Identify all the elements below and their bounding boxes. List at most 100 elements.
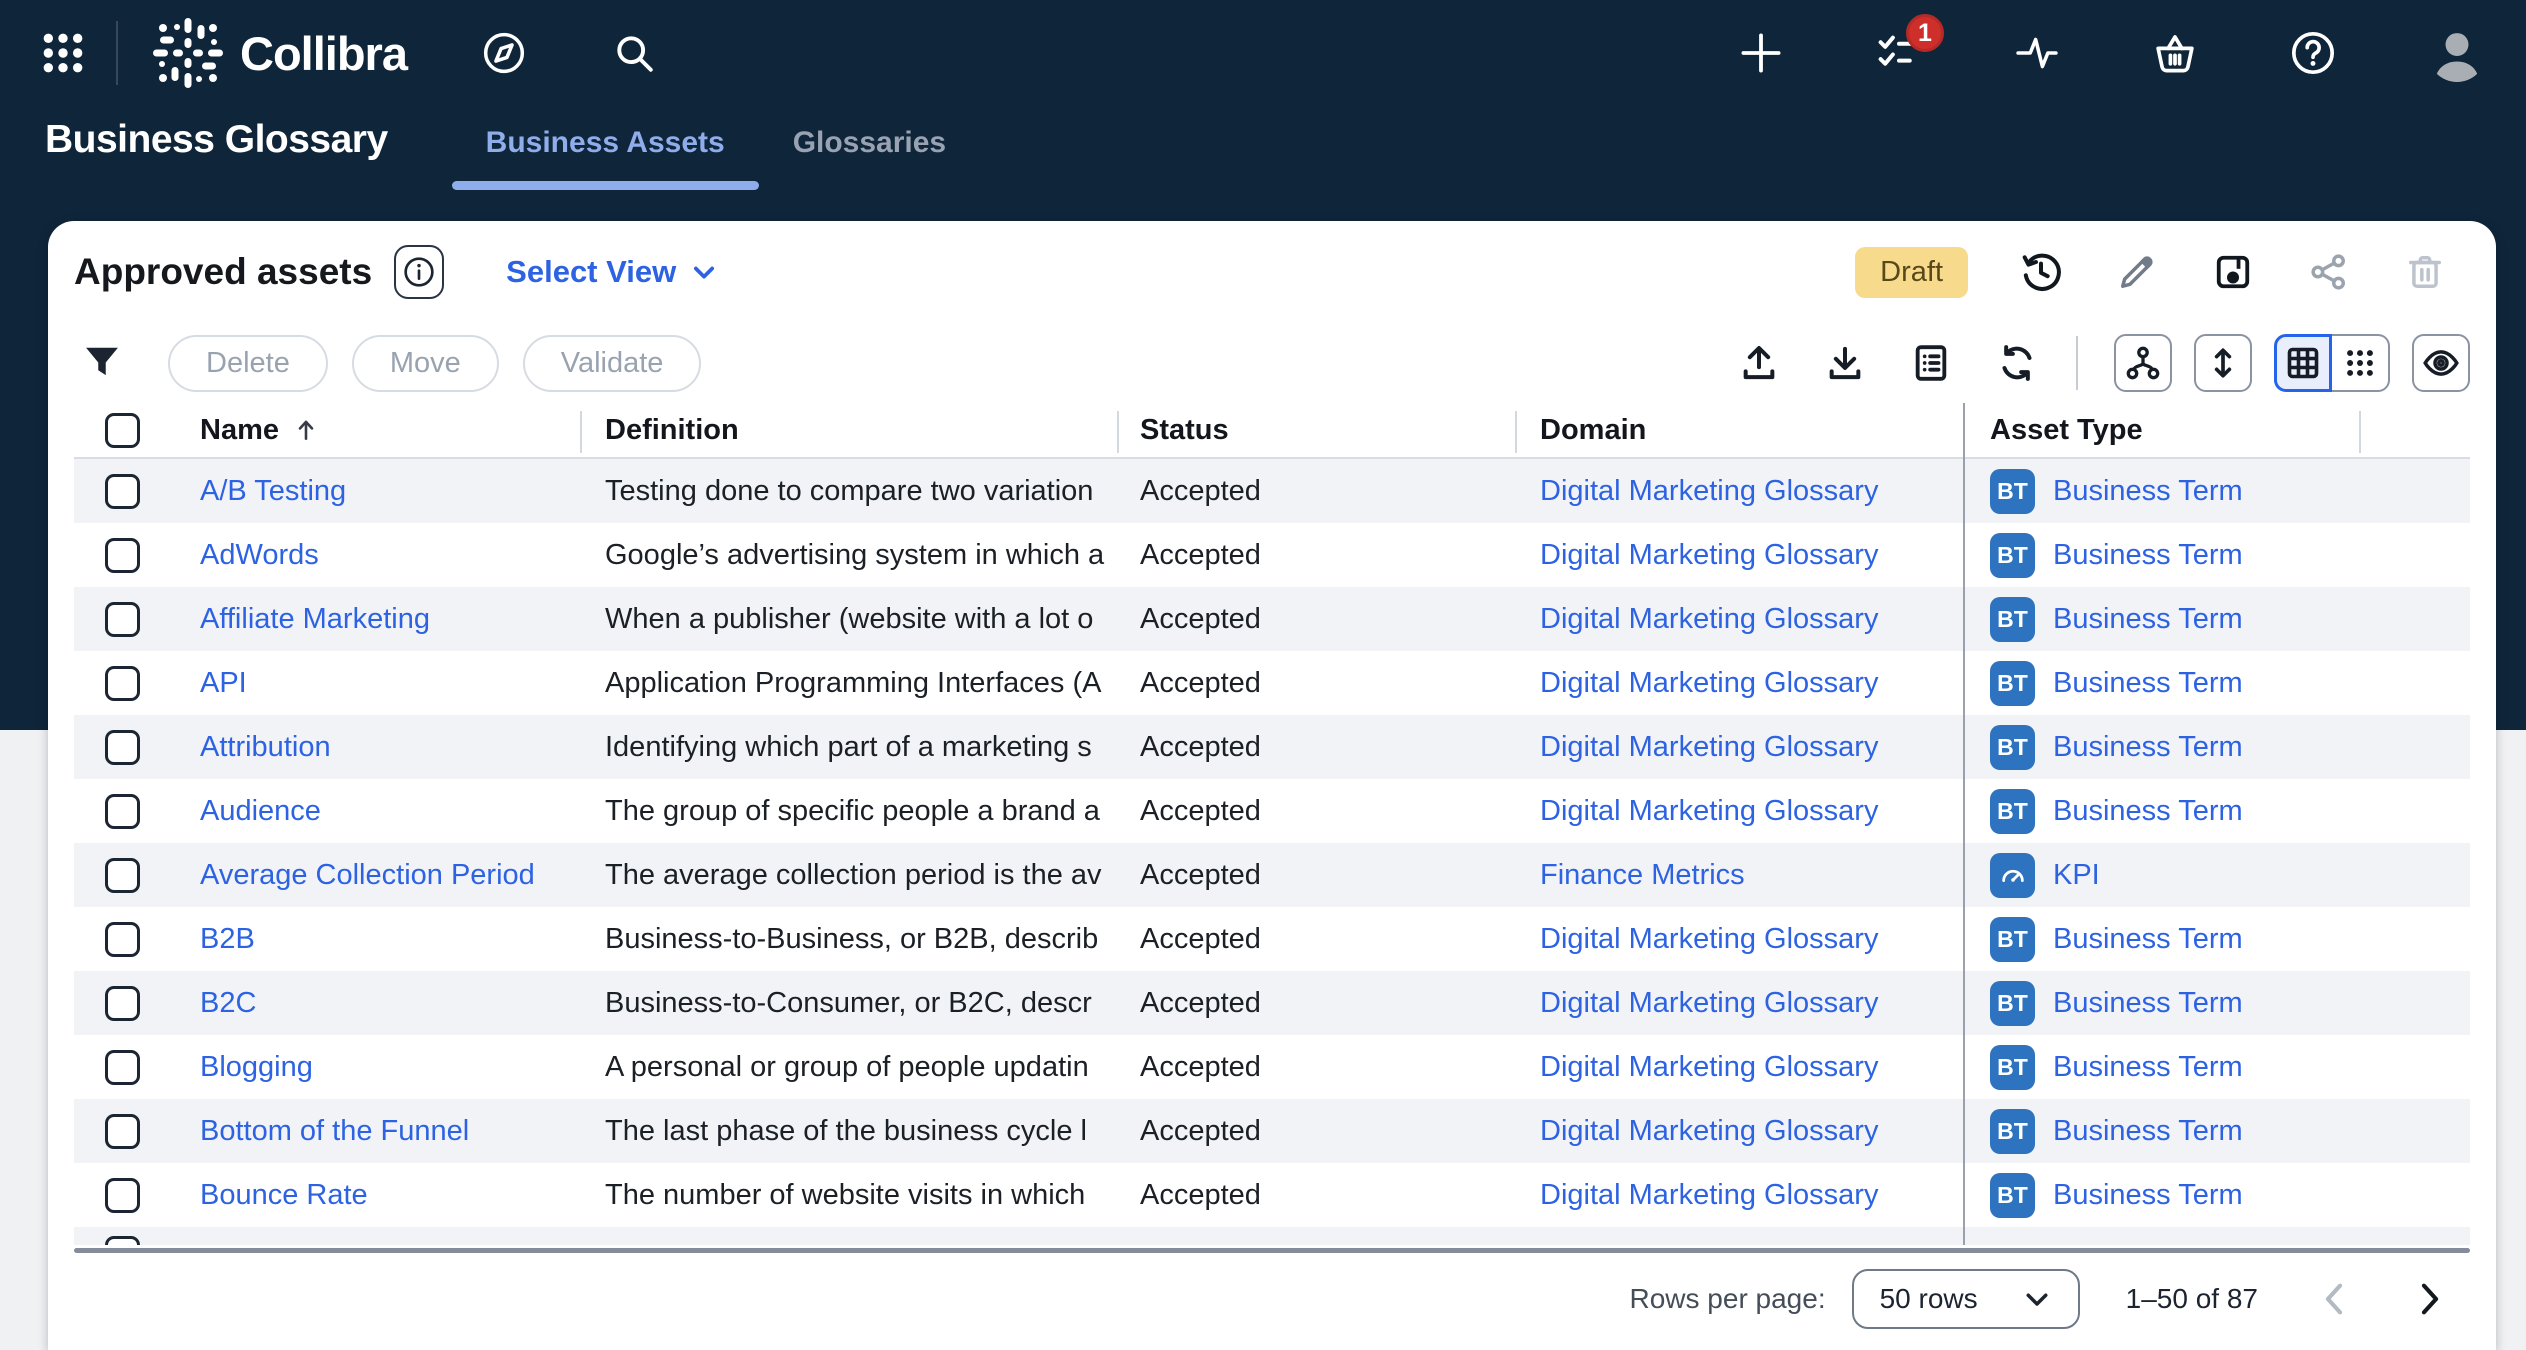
- asset-name-link[interactable]: Audience: [200, 795, 321, 827]
- asset-name-link[interactable]: Average Collection Period: [200, 859, 535, 891]
- history-icon[interactable]: [2018, 249, 2064, 295]
- table-row[interactable]: Audience The group of specific people a …: [74, 779, 2470, 843]
- hierarchy-view-button[interactable]: [2114, 334, 2172, 392]
- table-row[interactable]: Average Collection Period The average co…: [74, 843, 2470, 907]
- table-row[interactable]: Affiliate Marketing When a publisher (we…: [74, 587, 2470, 651]
- asset-name-link[interactable]: B2C: [200, 987, 256, 1019]
- domain-link[interactable]: Digital Marketing Glossary: [1540, 731, 1878, 763]
- domain-link[interactable]: Digital Marketing Glossary: [1540, 923, 1878, 955]
- asset-type-link[interactable]: Business Term: [2053, 603, 2243, 636]
- table-row[interactable]: Attribution Identifying which part of a …: [74, 715, 2470, 779]
- search-icon[interactable]: [611, 30, 657, 76]
- info-button[interactable]: [394, 245, 444, 299]
- upload-icon[interactable]: [1736, 340, 1782, 386]
- asset-name-link[interactable]: Attribution: [200, 731, 331, 763]
- user-avatar[interactable]: [2428, 24, 2486, 82]
- asset-name-link[interactable]: Bottom of the Funnel: [200, 1115, 469, 1147]
- select-view-dropdown[interactable]: Select View: [506, 254, 718, 290]
- domain-link[interactable]: Digital Marketing Glossary: [1540, 603, 1878, 635]
- asset-type-link[interactable]: Business Term: [2053, 923, 2243, 956]
- row-checkbox[interactable]: [105, 538, 140, 573]
- apps-grid-icon[interactable]: [40, 30, 86, 76]
- domain-link[interactable]: Digital Marketing Glossary: [1540, 1179, 1878, 1211]
- row-checkbox[interactable]: [105, 1050, 140, 1085]
- column-header-name[interactable]: Name: [200, 414, 580, 447]
- domain-link[interactable]: Digital Marketing Glossary: [1540, 795, 1878, 827]
- asset-type-link[interactable]: Business Term: [2053, 731, 2243, 764]
- asset-name-link[interactable]: Blogging: [200, 1051, 313, 1083]
- domain-link[interactable]: Digital Marketing Glossary: [1540, 667, 1878, 699]
- domain-link[interactable]: Digital Marketing Glossary: [1540, 987, 1878, 1019]
- row-checkbox[interactable]: [105, 1178, 140, 1213]
- table-view-button[interactable]: [2274, 334, 2332, 392]
- refresh-icon[interactable]: [1994, 340, 2040, 386]
- asset-type-link[interactable]: Business Term: [2053, 987, 2243, 1020]
- row-checkbox[interactable]: [105, 602, 140, 637]
- asset-name-link[interactable]: API: [200, 667, 247, 699]
- table-row[interactable]: B2B Business-to-Business, or B2B, descri…: [74, 907, 2470, 971]
- basket-icon[interactable]: [2152, 30, 2198, 76]
- row-checkbox[interactable]: [105, 730, 140, 765]
- asset-type-link[interactable]: Business Term: [2053, 539, 2243, 572]
- table-row[interactable]: API Application Programming Interfaces (…: [74, 651, 2470, 715]
- delete-button[interactable]: Delete: [168, 335, 328, 392]
- asset-name-link[interactable]: B2B: [200, 923, 255, 955]
- asset-name-link[interactable]: Affiliate Marketing: [200, 603, 430, 635]
- asset-type-link[interactable]: Business Term: [2053, 1179, 2243, 1212]
- save-icon[interactable]: [2210, 249, 2256, 295]
- report-icon[interactable]: [1908, 340, 1954, 386]
- asset-name-link[interactable]: Bounce Rate: [200, 1179, 368, 1211]
- share-icon[interactable]: [2306, 249, 2352, 295]
- edit-icon[interactable]: [2114, 249, 2160, 295]
- row-checkbox[interactable]: [105, 858, 140, 893]
- help-icon[interactable]: [2290, 30, 2336, 76]
- domain-link[interactable]: Digital Marketing Glossary: [1540, 1051, 1878, 1083]
- row-checkbox[interactable]: [105, 922, 140, 957]
- column-header-asset-type[interactable]: Asset Type: [1964, 414, 2359, 447]
- asset-type-link[interactable]: Business Term: [2053, 1051, 2243, 1084]
- row-checkbox[interactable]: [105, 1114, 140, 1149]
- domain-link[interactable]: Digital Marketing Glossary: [1540, 539, 1878, 571]
- asset-type-link[interactable]: KPI: [2053, 859, 2100, 892]
- domain-link[interactable]: Digital Marketing Glossary: [1540, 1115, 1878, 1147]
- validate-button[interactable]: Validate: [523, 335, 702, 392]
- table-row[interactable]: Bottom of the Funnel The last phase of t…: [74, 1099, 2470, 1163]
- domain-link[interactable]: Finance Metrics: [1540, 859, 1745, 891]
- table-row[interactable]: Bounce Rate The number of website visits…: [74, 1163, 2470, 1227]
- previous-page-button[interactable]: [2314, 1279, 2354, 1319]
- column-header-status[interactable]: Status: [1117, 414, 1515, 447]
- download-icon[interactable]: [1822, 340, 1868, 386]
- select-all-checkbox[interactable]: [105, 413, 140, 448]
- asset-type-link[interactable]: Business Term: [2053, 667, 2243, 700]
- add-icon[interactable]: [1738, 30, 1784, 76]
- row-checkbox[interactable]: [105, 666, 140, 701]
- tab-business-assets[interactable]: Business Assets: [452, 126, 759, 190]
- asset-name-link[interactable]: AdWords: [200, 539, 319, 571]
- move-button[interactable]: Move: [352, 335, 499, 392]
- rows-per-page-select[interactable]: 50 rows: [1852, 1269, 2080, 1329]
- domain-link[interactable]: Digital Marketing Glossary: [1540, 475, 1878, 507]
- activity-icon[interactable]: [2014, 30, 2060, 76]
- asset-type-link[interactable]: Business Term: [2053, 795, 2243, 828]
- tab-glossaries[interactable]: Glossaries: [759, 126, 980, 190]
- tasks-icon[interactable]: 1: [1876, 30, 1922, 76]
- table-row[interactable]: Blogging A personal or group of people u…: [74, 1035, 2470, 1099]
- table-row[interactable]: AdWords Google’s advertising system in w…: [74, 523, 2470, 587]
- row-checkbox[interactable]: [105, 794, 140, 829]
- column-header-domain[interactable]: Domain: [1515, 414, 1964, 447]
- row-checkbox[interactable]: [105, 1236, 140, 1245]
- brand[interactable]: Collibra: [152, 17, 407, 89]
- row-checkbox[interactable]: [105, 986, 140, 1021]
- row-height-button[interactable]: [2194, 334, 2252, 392]
- visibility-button[interactable]: [2412, 334, 2470, 392]
- filter-icon[interactable]: [80, 341, 124, 385]
- row-checkbox[interactable]: [105, 474, 140, 509]
- next-page-button[interactable]: [2410, 1279, 2450, 1319]
- delete-asset-icon[interactable]: [2402, 249, 2448, 295]
- asset-type-link[interactable]: Business Term: [2053, 475, 2243, 508]
- table-row[interactable]: A/B Testing Testing done to compare two …: [74, 459, 2470, 523]
- explore-compass-icon[interactable]: [481, 30, 527, 76]
- asset-name-link[interactable]: A/B Testing: [200, 475, 346, 507]
- asset-type-link[interactable]: Business Term: [2053, 1115, 2243, 1148]
- column-header-definition[interactable]: Definition: [580, 414, 1117, 447]
